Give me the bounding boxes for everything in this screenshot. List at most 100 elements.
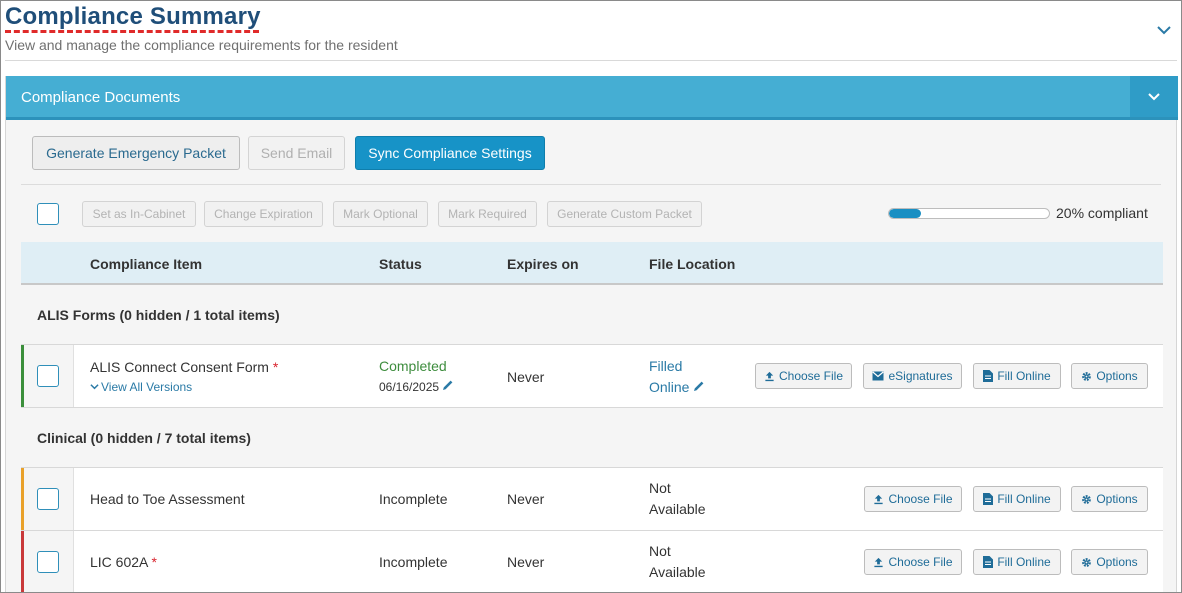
item-name: LIC 602A	[90, 554, 148, 570]
options-button[interactable]: Options	[1071, 486, 1148, 512]
row-checkbox[interactable]	[37, 488, 59, 510]
choose-file-button[interactable]: Choose File	[864, 549, 962, 575]
panel-title: Compliance Documents	[21, 89, 181, 106]
choose-file-label: Choose File	[778, 369, 844, 383]
table-header: Compliance Item Status Expires on File L…	[21, 242, 1163, 285]
options-button[interactable]: Options	[1071, 549, 1148, 575]
compliance-item-name: Head to Toe Assessment	[90, 491, 245, 507]
expires-value: Never	[507, 491, 545, 507]
choose-file-button[interactable]: Choose File	[755, 363, 852, 389]
send-email-button[interactable]: Send Email	[248, 136, 345, 170]
status-date-text: 06/16/2025	[379, 380, 440, 394]
mark-optional-button[interactable]: Mark Optional	[333, 201, 428, 227]
toolbar-divider	[21, 184, 1161, 185]
gear-icon	[1082, 557, 1092, 567]
compliance-percent-label: 20% compliant	[1056, 205, 1148, 221]
status-value: Incomplete	[379, 491, 448, 507]
row-select-cell	[24, 468, 74, 530]
document-icon	[983, 370, 994, 382]
file-location-line1: Not	[649, 480, 671, 496]
document-icon	[983, 493, 994, 505]
group-label: Clinical (0 hidden / 7 total items)	[37, 430, 251, 446]
table-row: LIC 602A * Incomplete Never Not Availabl…	[21, 531, 1163, 592]
options-label: Options	[1096, 555, 1138, 569]
file-location-line1[interactable]: Filled	[649, 358, 682, 374]
item-name: Head to Toe Assessment	[90, 491, 245, 507]
fill-online-label: Fill Online	[997, 369, 1051, 383]
fill-online-button[interactable]: Fill Online	[973, 363, 1061, 389]
column-compliance-item[interactable]: Compliance Item	[90, 256, 202, 272]
item-name: ALIS Connect Consent Form	[90, 359, 269, 375]
pencil-icon[interactable]	[693, 380, 705, 392]
generate-emergency-packet-button[interactable]: Generate Emergency Packet	[32, 136, 240, 170]
fill-online-label: Fill Online	[997, 555, 1051, 569]
fill-online-button[interactable]: Fill Online	[973, 486, 1061, 512]
chevron-down-icon	[90, 384, 99, 390]
status-value: Incomplete	[379, 554, 448, 570]
header-divider	[5, 60, 1177, 61]
file-location-line2[interactable]: Online	[649, 379, 705, 395]
esignatures-label: eSignatures	[888, 369, 953, 383]
sync-compliance-settings-button[interactable]: Sync Compliance Settings	[355, 136, 545, 170]
mark-required-button[interactable]: Mark Required	[438, 201, 537, 227]
gear-icon	[1082, 371, 1092, 381]
change-expiration-button[interactable]: Change Expiration	[204, 201, 323, 227]
options-label: Options	[1096, 369, 1138, 383]
choose-file-label: Choose File	[888, 555, 953, 569]
view-all-versions-link[interactable]: View All Versions	[90, 380, 192, 394]
column-status[interactable]: Status	[379, 256, 422, 272]
compliance-documents-panel: Compliance Documents Generate Emergency …	[5, 76, 1178, 592]
row-checkbox[interactable]	[37, 551, 59, 573]
generate-custom-packet-button[interactable]: Generate Custom Packet	[547, 201, 702, 227]
group-row-clinical: Clinical (0 hidden / 7 total items)	[21, 408, 1163, 468]
compliance-summary-frame: Compliance Summary View and manage the c…	[0, 0, 1182, 593]
compliance-progress-bar	[888, 208, 1050, 219]
file-location-line1: Not	[649, 543, 671, 559]
document-icon	[983, 556, 994, 568]
options-label: Options	[1096, 492, 1138, 506]
column-file-location[interactable]: File Location	[649, 256, 735, 272]
options-button[interactable]: Options	[1071, 363, 1148, 389]
compliance-progress-fill	[889, 209, 921, 218]
group-row-alis-forms: ALIS Forms (0 hidden / 1 total items)	[21, 285, 1163, 345]
panel-collapse-button[interactable]	[1130, 76, 1178, 117]
fill-online-label: Fill Online	[997, 492, 1051, 506]
page-subtitle: View and manage the compliance requireme…	[5, 37, 398, 53]
page-title: Compliance Summary	[5, 3, 261, 30]
fill-online-button[interactable]: Fill Online	[973, 549, 1061, 575]
status-date: 06/16/2025	[379, 379, 454, 394]
panel-header: Compliance Documents	[6, 76, 1178, 120]
chevron-down-icon	[1148, 92, 1160, 100]
chevron-down-icon[interactable]	[1155, 21, 1173, 39]
spellcheck-underline	[5, 30, 259, 33]
table-row: Head to Toe Assessment Incomplete Never …	[21, 468, 1163, 531]
row-select-cell	[24, 531, 74, 592]
upload-icon	[874, 557, 884, 567]
group-label: ALIS Forms (0 hidden / 1 total items)	[37, 307, 280, 323]
file-location-line2: Available	[649, 564, 706, 580]
column-expires-on[interactable]: Expires on	[507, 256, 579, 272]
choose-file-button[interactable]: Choose File	[864, 486, 962, 512]
choose-file-label: Choose File	[888, 492, 953, 506]
expires-value: Never	[507, 369, 545, 385]
esignatures-button[interactable]: eSignatures	[863, 363, 962, 389]
envelope-icon	[872, 371, 885, 381]
table-row: ALIS Connect Consent Form * View All Ver…	[21, 345, 1163, 408]
select-all-checkbox[interactable]	[37, 203, 59, 225]
status-value: Completed	[379, 358, 447, 374]
required-marker: *	[151, 554, 157, 570]
row-select-cell	[24, 345, 74, 407]
compliance-item-name: ALIS Connect Consent Form *	[90, 359, 278, 375]
compliance-item-name: LIC 602A *	[90, 554, 157, 570]
view-all-versions-label: View All Versions	[101, 380, 193, 394]
upload-icon	[765, 371, 774, 381]
gear-icon	[1082, 494, 1092, 504]
required-marker: *	[272, 359, 279, 375]
upload-icon	[874, 494, 884, 504]
file-location-line2: Available	[649, 501, 706, 517]
set-in-cabinet-button[interactable]: Set as In-Cabinet	[82, 201, 196, 227]
expires-value: Never	[507, 554, 545, 570]
row-checkbox[interactable]	[37, 365, 59, 387]
file-location-text: Online	[649, 379, 690, 395]
pencil-icon[interactable]	[442, 379, 454, 391]
